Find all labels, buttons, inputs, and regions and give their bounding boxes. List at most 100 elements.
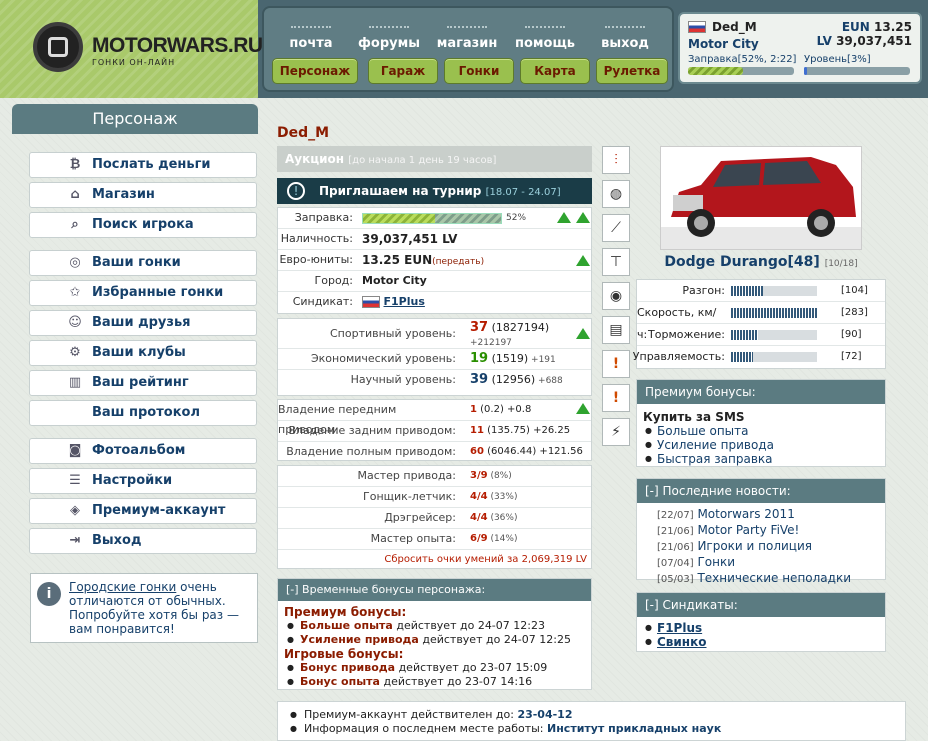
nav-forums-link[interactable]: форумы [352,26,426,51]
nav-shop-link[interactable]: магазин [430,26,504,51]
auction-banner[interactable]: Аукцион [до начала 1 день 19 часов] [277,146,592,172]
nav-roulette-button[interactable]: Рулетка [596,58,668,84]
skill-row: Мастер опыта: 6/9 (14%) [278,529,591,550]
cash-row: Наличность: 39,037,451 LV [278,229,591,250]
suspension-icon[interactable]: ⫶ [602,146,630,174]
upgrade-arrow-icon[interactable] [557,212,571,223]
city-row: Город: Motor City [278,271,591,292]
info-icon: i [37,582,61,606]
list-item: Бонус привода действует до 23-07 15:09 [278,661,591,675]
sidebar: ₿ Послать деньги ⌂ Магазин ⌕ Поиск игрока ◎… [12,134,258,644]
sidebar-item-find-player[interactable]: ⌕ Поиск игрока [29,212,257,238]
sidebar-item-clubs[interactable]: ⚙ Ваши клубы [29,340,257,366]
warning-slot-icon[interactable]: ! [602,384,630,412]
syndicates-header[interactable]: [-] Синдикаты: [637,593,885,617]
tire-icon[interactable]: ◍ [602,180,630,208]
skill-row: Дрэгрейсер: 4/4 (36%) [278,508,591,529]
engine-icon[interactable]: ▤ [602,316,630,344]
news-item[interactable]: [21/06] Motor Party FiVe! [643,523,879,539]
sidebar-item-protocol[interactable]: Ваш протокол [29,400,257,426]
user-eun: EUN 13.25 [841,20,912,34]
reset-skills-link[interactable]: Сбросить очки умений за 2,069,319 LV [278,550,591,571]
sidebar-item-shop[interactable]: ⌂ Магазин [29,182,257,208]
search-icon: ⌕ [71,217,79,232]
car-stat-row: Управляемость: [72] [632,350,862,363]
fuel-label: Заправка[52%, 2:22] [688,54,797,65]
exhaust-icon[interactable]: ⟋ [602,214,630,242]
syndicate-link[interactable]: F1Plus [384,295,425,308]
nav-help-link[interactable]: помощь [508,26,582,51]
syndicate-link[interactable]: F1Plus [643,621,879,635]
user-lv: LV 39,037,451 [816,34,912,48]
levels-table: Спортивный уровень: 37 (1827194) +212197 Э… [277,318,592,396]
fuel-row: Заправка: 52% [278,208,591,229]
friends-icon: ☺ [68,315,82,330]
awd-drive-row: Владение полным приводом: 60 (6046.44) +1… [286,445,583,458]
transfer-link[interactable]: (передать) [432,257,484,267]
skill-row: Мастер привода: 3/9 (8%) [278,466,591,487]
sidebar-item-settings[interactable]: ☰ Настройки [29,468,257,494]
exit-door-icon: ⇥ [69,533,81,548]
stats-table: Заправка: 52% Наличность: 39,037,451 LV Е… [277,207,592,314]
list-item[interactable]: Больше опыта [643,424,879,438]
upgrade-arrow-icon[interactable] [576,328,590,339]
list-item: Больше опыта действует до 24-07 12:23 [278,619,591,633]
sidebar-item-rating[interactable]: ▥ Ваш рейтинг [29,370,257,396]
premium-icon: ◈ [70,503,80,518]
sidebar-item-friends[interactable]: ☺ Ваши друзья [29,310,257,336]
nav-map-button[interactable]: Карта [520,58,590,84]
science-level-row: Научный уровень: 39 (12956) +688 [350,372,563,387]
camera-icon: ◙ [68,443,82,458]
bar-chart-icon: ▥ [68,375,82,390]
nav-races-button[interactable]: Гонки [444,58,514,84]
sidebar-item-send-money[interactable]: ₿ Послать деньги [29,152,257,178]
car-image[interactable] [660,146,862,250]
news-header[interactable]: [-] Последние новости: [637,479,885,503]
sliders-icon: ☰ [69,473,81,488]
rear-drive-row: Владение задним приводом: 11 (135.75) +26… [278,421,591,442]
nav-logout-link[interactable]: выход [588,26,662,51]
logo-icon[interactable] [33,22,83,72]
sidebar-item-favorite-races[interactable]: ✩ Избранные гонки [29,280,257,306]
sidebar-item-logout[interactable]: ⇥ Выход [29,528,257,554]
user-flag-icon [688,21,706,33]
user-name[interactable]: Ded_M [712,20,757,34]
upgrade-arrow-icon[interactable] [576,403,590,414]
car-stat-row: Скорость, км/ч: [283] [637,302,885,341]
syndicate-link[interactable]: Свинко [643,635,879,649]
car-name[interactable]: Dodge Durango[48] [10/18] [636,254,886,270]
fuel-progress-bar [688,67,794,75]
abilities-table: Мастер привода: 3/9 (8%) Гонщик-летчик: 4/… [277,465,592,569]
list-item[interactable]: Усиление привода [643,438,879,452]
logo-text[interactable]: MOTORWARS.RU [92,34,263,58]
list-item[interactable]: Быстрая заправка [643,452,879,466]
sidebar-info-box: i Городские гонки очень отличаются от об… [30,573,258,643]
nav-character-button[interactable]: Персонаж [272,58,358,84]
news-item[interactable]: [05/03] Технические неполадки [643,571,879,587]
warning-slot-icon[interactable]: ! [602,350,630,378]
sport-level-row: Спортивный уровень: 37 (1827194) +212197 [278,319,591,349]
drive-skills-table: Владение передним приводом: 1 (0.2) +0.8 … [277,399,592,461]
brake-icon[interactable]: ◉ [602,282,630,310]
sidebar-item-your-races[interactable]: ◎ Ваши гонки [29,250,257,276]
shop-icon: ⌂ [70,187,80,202]
car-stats: Разгон: [104] Скорость, км/ч: [283] Тормож… [632,279,886,369]
sidebar-item-photo-album[interactable]: ◙ Фотоальбом [29,438,257,464]
news-item[interactable]: [22/07] Motorwars 2011 [643,507,879,523]
temp-bonuses-header[interactable]: [-] Временные бонусы персонажа: [278,579,591,601]
nav-garage-button[interactable]: Гараж [368,58,438,84]
car-illustration-icon [661,157,861,249]
sidebar-item-premium[interactable]: ◈ Премиум-аккаунт [29,498,257,524]
spoiler-icon[interactable]: ⊤ [602,248,630,276]
syndicates-box: [-] Синдикаты: F1Plus Свинко [636,592,886,652]
news-item[interactable]: [07/04] Гонки [643,555,879,571]
news-item[interactable]: [21/06] Игроки и полиция [643,539,879,555]
buy-sms-link[interactable]: Купить за SMS [637,404,885,424]
user-city: Motor City [688,37,759,51]
nitro-icon[interactable]: ⚡ [602,418,630,446]
city-races-link[interactable]: Городские гонки [69,580,176,594]
upgrade-arrow-icon[interactable] [576,212,590,223]
upgrade-arrow-icon[interactable] [576,255,590,266]
tournament-banner[interactable]: ! Приглашаем на турнир [18.07 - 24.07] [277,178,592,204]
nav-mail-link[interactable]: почта [274,26,348,51]
